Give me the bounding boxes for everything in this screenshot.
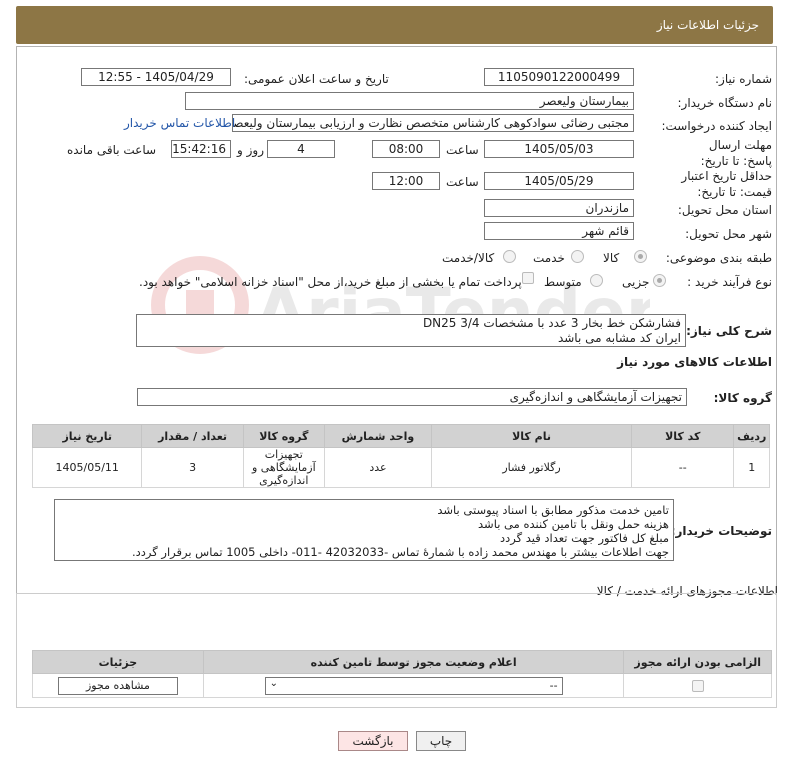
city-field: قائم شهر [484, 222, 634, 240]
buyer-notes-line-2: هزینه حمل ونقل با تامین کننده می باشد [478, 517, 669, 531]
process-option-minor: جزیی [622, 275, 650, 289]
col-permit-required: الزامی بودن ارائه مجوز [623, 650, 772, 674]
category-option-service: خدمت [533, 251, 565, 265]
province-label: استان محل تحویل: [677, 203, 772, 217]
buyer-notes-line-3: مبلغ کل فاکتور جهت تعداد قید گردد [500, 531, 669, 545]
col-name: نام کالا [430, 424, 633, 448]
announce-date-field: 1405/04/29 - 12:55 [81, 68, 231, 86]
need-number-field: 1105090122000499 [484, 68, 634, 86]
print-button[interactable]: چاپ [416, 731, 466, 751]
back-button[interactable]: بازگشت [338, 731, 408, 751]
col-row: ردیف [733, 424, 770, 448]
process-label: نوع فرآیند خرید : [687, 275, 772, 289]
table-row: 1 -- رگلاتور فشار عدد تجهیزات آزمایشگاهی… [31, 447, 770, 488]
buyer-notes-line-4: جهت اطلاعات بیشتر با مهندس محمد زاده با … [132, 545, 669, 559]
process-option-medium: متوسط [544, 275, 582, 289]
reply-date-field: 1405/05/03 [484, 140, 634, 158]
page-header: جزئیات اطلاعات نیاز [16, 6, 773, 44]
view-permit-button[interactable]: مشاهده مجوز [57, 676, 178, 695]
goods-group-label: گروه کالا: [713, 391, 772, 405]
buyer-notes-line-1: تامین خدمت مذکور مطابق با اسناد پیوستی ب… [437, 503, 669, 517]
page-title: جزئیات اطلاعات نیاز [656, 18, 759, 32]
category-radio-service[interactable] [571, 250, 584, 263]
reply-deadline-label: مهلت ارسال پاسخ: تا تاریخ: [700, 138, 772, 168]
chevron-down-icon: ⌄ [269, 677, 279, 689]
need-number-label: شماره نیاز: [715, 72, 772, 86]
description-field[interactable]: فشارشکن خط بخار 3 عدد با مشخصات DN25 3/4… [136, 314, 686, 347]
validity-date-field: 1405/05/29 [484, 172, 634, 190]
buyer-org-field: بیمارستان ولیعصر [185, 92, 634, 110]
goods-info-heading: اطلاعات کالاهای مورد نیاز [617, 355, 772, 369]
category-option-goods: کالا [603, 251, 620, 265]
process-radio-minor[interactable] [653, 274, 666, 287]
col-unit: واحد شمارش [323, 424, 432, 448]
cell-permit-required [623, 673, 772, 698]
process-radio-medium[interactable] [590, 274, 603, 287]
requester-label: ایجاد کننده درخواست: [661, 119, 772, 133]
col-group: گروه کالا [242, 424, 325, 448]
buyer-org-label: نام دستگاه خریدار: [677, 96, 773, 110]
category-label: طبقه بندی موضوعی: [665, 251, 772, 265]
cell-group: تجهیزات آزمایشگاهی و اندازه‌گیری [242, 447, 325, 488]
validity-time-field: 12:00 [372, 172, 440, 190]
permit-status-value: -- [549, 678, 558, 692]
province-field: مازندران [484, 199, 634, 217]
cell-permit-status: -- ⌄ [202, 673, 625, 698]
col-qty: تعداد / مقدار [141, 424, 244, 448]
category-radio-goods-service[interactable] [503, 250, 516, 263]
category-radio-goods[interactable] [634, 250, 647, 263]
col-need-date: تاریخ نیاز [31, 424, 143, 448]
permits-table: الزامی بودن ارائه مجوز اعلام وضعیت مجوز … [32, 650, 772, 698]
treasury-payment-checkbox[interactable] [522, 272, 534, 284]
cell-code: -- [631, 447, 735, 488]
goods-group-field: تجهیزات آزمایشگاهی و اندازه‌گیری [137, 388, 687, 406]
treasury-payment-note: پرداخت تمام یا بخشی از مبلغ خرید،از محل … [139, 275, 522, 289]
day-and-label: روز و [237, 143, 264, 157]
requester-field: مجتبی رضائی سوادکوهی کارشناس متخصص نظارت… [232, 114, 634, 132]
goods-table: ردیف کد کالا نام کالا واحد شمارش گروه کا… [31, 424, 770, 488]
announce-date-label: تاریخ و ساعت اعلان عمومی: [244, 72, 389, 86]
reply-time-field: 08:00 [372, 140, 440, 158]
category-option-goods-service: کالا/خدمت [442, 251, 495, 265]
remaining-time-label: ساعت باقی مانده [67, 143, 157, 157]
cell-qty: 3 [141, 447, 244, 488]
buyer-contact-link[interactable]: اطلاعات تماس خریدار [124, 116, 235, 130]
cell-unit: عدد [323, 447, 432, 488]
cell-permit-details: مشاهده مجوز [32, 673, 204, 698]
description-label: شرح کلی نیاز: [686, 324, 772, 338]
description-line-1: فشارشکن خط بخار 3 عدد با مشخصات DN25 3/4 [422, 316, 681, 330]
table-row: -- ⌄ مشاهده مجوز [32, 673, 772, 698]
validity-time-label: ساعت [446, 175, 479, 189]
col-code: کد کالا [631, 424, 735, 448]
buyer-notes-label: توضیحات خریدار: [670, 524, 772, 538]
permit-required-checkbox[interactable] [691, 680, 704, 692]
cell-row: 1 [733, 447, 770, 488]
cell-name: رگلاتور فشار [430, 447, 633, 488]
permit-status-select[interactable]: -- ⌄ [264, 676, 563, 695]
remaining-time-field: 15:42:16 [171, 140, 231, 158]
col-permit-status: اعلام وضعیت مجوز توسط تامین کننده [202, 650, 625, 674]
reply-time-label: ساعت [446, 143, 479, 157]
description-line-2: ایران کد مشابه می باشد [557, 331, 681, 345]
buyer-notes-field[interactable]: تامین خدمت مذکور مطابق با اسناد پیوستی ب… [54, 499, 674, 561]
price-validity-label: حداقل تاریخ اعتبار قیمت: تا تاریخ: [681, 169, 772, 199]
col-permit-details: جزئیات [32, 650, 204, 674]
cell-need-date: 1405/05/11 [31, 447, 143, 488]
reply-days-field: 4 [267, 140, 335, 158]
city-label: شهر محل تحویل: [685, 227, 772, 241]
